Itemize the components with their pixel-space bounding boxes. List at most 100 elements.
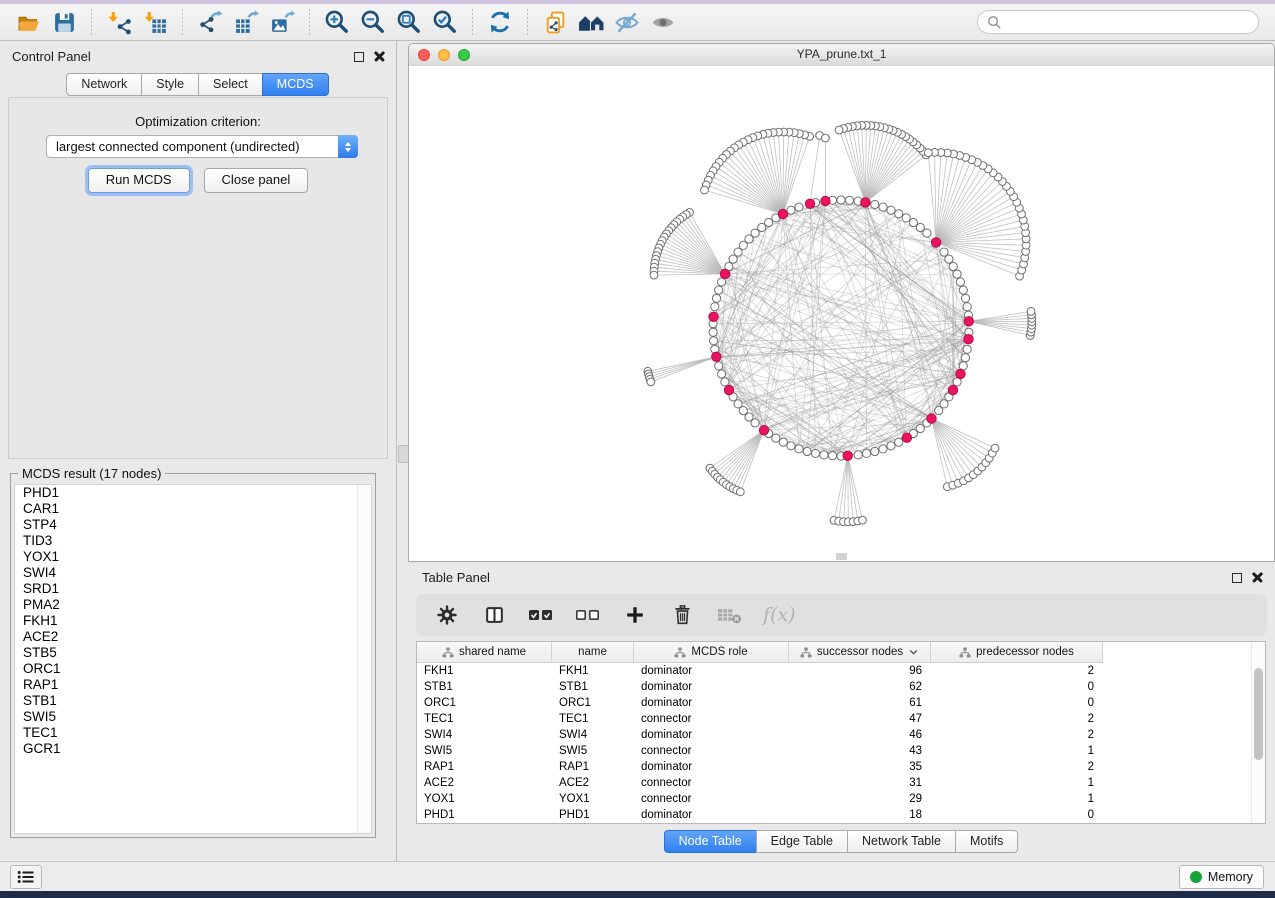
run-mcds-button[interactable]: Run MCDS — [88, 168, 190, 193]
table-cell: SWI4 — [552, 727, 634, 743]
table-tabs: Node Table Edge Table Network Table Moti… — [408, 830, 1275, 853]
column-view-button[interactable] — [481, 602, 507, 628]
tab-node-table[interactable]: Node Table — [664, 830, 757, 853]
result-node[interactable]: SWI5 — [15, 709, 371, 725]
result-node[interactable]: STP4 — [15, 517, 371, 533]
column-header[interactable]: shared name — [417, 642, 552, 662]
result-node[interactable]: SRD1 — [15, 581, 371, 597]
result-node[interactable]: STB5 — [15, 645, 371, 661]
table-scrollbar[interactable] — [1251, 642, 1265, 823]
table-scrollbar-thumb[interactable] — [1254, 668, 1263, 760]
result-node[interactable]: TEC1 — [15, 725, 371, 741]
result-node[interactable]: YOX1 — [15, 549, 371, 565]
plus-icon — [624, 604, 646, 626]
export-table-icon — [234, 10, 259, 35]
tab-style[interactable]: Style — [141, 73, 199, 96]
table-row[interactable]: SWI5SWI5connector431 — [417, 743, 1265, 759]
table-cell: 0 — [931, 807, 1103, 823]
tab-network[interactable]: Network — [66, 73, 142, 96]
table-cell: 35 — [789, 759, 931, 775]
table-row[interactable]: ORC1ORC1dominator610 — [417, 695, 1265, 711]
table-row[interactable]: ACE2ACE2connector311 — [417, 775, 1265, 791]
result-node[interactable]: CAR1 — [15, 501, 371, 517]
canvas-resize-handle[interactable] — [836, 553, 847, 560]
tab-mcds[interactable]: MCDS — [262, 73, 329, 96]
memory-button[interactable]: Memory — [1179, 865, 1264, 889]
tab-network-table[interactable]: Network Table — [847, 830, 956, 853]
zoom-out-button[interactable] — [355, 7, 391, 37]
column-header[interactable]: name — [552, 642, 634, 662]
tab-select[interactable]: Select — [198, 73, 263, 96]
memory-status-icon — [1190, 871, 1202, 883]
result-list-scrollbar[interactable] — [357, 485, 371, 833]
export-image-button[interactable] — [264, 7, 300, 37]
tab-edge-table[interactable]: Edge Table — [756, 830, 848, 853]
export-table-button[interactable] — [228, 7, 264, 37]
result-node[interactable]: ACE2 — [15, 629, 371, 645]
table-cell: connector — [634, 711, 789, 727]
network-graph[interactable] — [409, 66, 1262, 561]
result-node[interactable]: GCR1 — [15, 741, 371, 757]
result-node[interactable]: PHD1 — [15, 485, 371, 501]
close-panel-icon[interactable] — [374, 51, 385, 62]
import-network-button[interactable] — [101, 7, 137, 37]
close-table-panel-icon[interactable] — [1252, 572, 1263, 583]
search-box[interactable] — [977, 10, 1259, 34]
result-node[interactable]: ORC1 — [15, 661, 371, 677]
open-file-button[interactable] — [10, 7, 46, 37]
delete-column-button[interactable] — [669, 602, 695, 628]
hide-selected-button[interactable] — [609, 7, 645, 37]
show-all-button[interactable] — [645, 7, 681, 37]
first-neighbors-button[interactable] — [573, 7, 609, 37]
table-row[interactable]: RAP1RAP1dominator352 — [417, 759, 1265, 775]
zoom-fit-button[interactable] — [391, 7, 427, 37]
select-stepper-icon — [338, 135, 358, 158]
mcds-result-list[interactable]: PHD1CAR1STP4TID3YOX1SWI4SRD1PMA2FKH1ACE2… — [14, 484, 372, 834]
column-header[interactable]: MCDS role — [634, 642, 789, 662]
table-row[interactable]: FKH1FKH1dominator962 — [417, 663, 1265, 679]
result-node[interactable]: RAP1 — [15, 677, 371, 693]
add-column-button[interactable] — [622, 602, 648, 628]
zoom-in-button[interactable] — [319, 7, 355, 37]
zoom-out-icon — [360, 9, 386, 35]
result-node[interactable]: SWI4 — [15, 565, 371, 581]
window-minimize-icon[interactable] — [438, 49, 450, 61]
table-row[interactable]: YOX1YOX1connector291 — [417, 791, 1265, 807]
table-row[interactable]: TEC1TEC1connector472 — [417, 711, 1265, 727]
table-settings-button[interactable] — [434, 602, 460, 628]
table-cell: 47 — [789, 711, 931, 727]
close-panel-button[interactable]: Close panel — [204, 168, 309, 193]
column-header[interactable]: predecessor nodes — [931, 642, 1103, 662]
result-node[interactable]: TID3 — [15, 533, 371, 549]
select-all-button[interactable] — [528, 602, 554, 628]
show-panels-button[interactable] — [10, 865, 42, 889]
table-cell: TEC1 — [552, 711, 634, 727]
table-cell: ACE2 — [552, 775, 634, 791]
refresh-view-button[interactable] — [482, 7, 518, 37]
optimization-criterion-select[interactable]: largest connected component (undirected) — [46, 135, 358, 158]
copy-view-button[interactable] — [537, 7, 573, 37]
float-table-panel-icon[interactable] — [1232, 573, 1242, 583]
table-row[interactable]: STB1STB1dominator620 — [417, 679, 1265, 695]
float-panel-icon[interactable] — [354, 52, 364, 62]
zoom-selected-button[interactable] — [427, 7, 463, 37]
result-node[interactable]: STB1 — [15, 693, 371, 709]
main-toolbar — [0, 4, 1275, 41]
save-session-button[interactable] — [46, 7, 82, 37]
result-node[interactable]: PMA2 — [15, 597, 371, 613]
result-node[interactable]: FKH1 — [15, 613, 371, 629]
export-network-button[interactable] — [192, 7, 228, 37]
function-builder-button[interactable]: f(x) — [763, 602, 796, 628]
table-row[interactable]: PHD1PHD1dominator180 — [417, 807, 1265, 823]
column-header[interactable]: successor nodes — [789, 642, 931, 662]
tab-motifs[interactable]: Motifs — [955, 830, 1018, 853]
import-table-button[interactable] — [137, 7, 173, 37]
network-canvas[interactable] — [409, 66, 1274, 561]
deselect-all-button[interactable] — [575, 602, 601, 628]
delete-table-button[interactable] — [716, 602, 742, 628]
refresh-icon — [487, 9, 513, 35]
window-close-icon[interactable] — [418, 49, 430, 61]
window-maximize-icon[interactable] — [458, 49, 470, 61]
network-window-titlebar[interactable]: YPA_prune.txt_1 — [409, 44, 1274, 67]
table-row[interactable]: SWI4SWI4dominator462 — [417, 727, 1265, 743]
